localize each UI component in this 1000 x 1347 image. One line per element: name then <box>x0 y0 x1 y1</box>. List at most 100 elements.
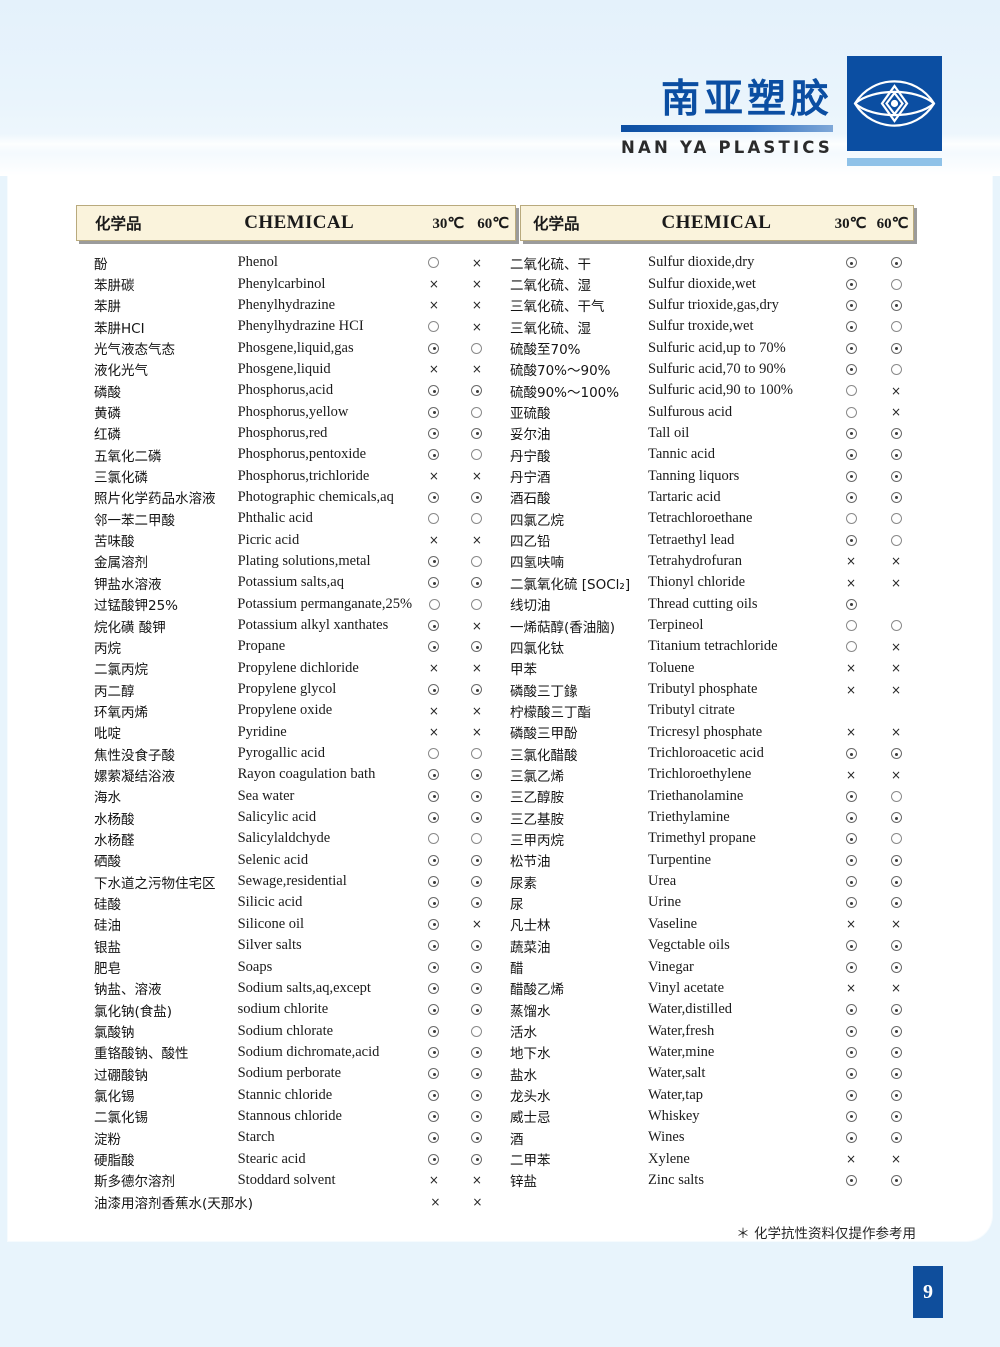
rating-60c: × <box>456 726 498 738</box>
chemical-name-cn: 一烯萜醇(香油脑) <box>510 619 616 636</box>
rating-dot-icon <box>471 982 483 994</box>
chemical-name-en: Urine <box>648 894 682 911</box>
chemical-name-cn: 三甲丙烷 <box>510 832 564 849</box>
chemical-name-en: Tetrachloroethane <box>648 510 753 527</box>
rating-cross-icon: × <box>890 639 902 654</box>
rating-dot-icon <box>428 1004 440 1016</box>
rating-60c: × <box>874 769 918 781</box>
table-row: 油漆用溶剂香蕉水(天那水) × × <box>76 1191 498 1212</box>
chemical-name-en: Sulfur troxide,wet <box>648 318 754 335</box>
rating-cross-icon: × <box>845 575 857 590</box>
header-chemical-en: CHEMICAL <box>244 212 355 233</box>
rating-dot-icon <box>471 1089 483 1101</box>
chemical-name-cn: 酒石酸 <box>510 491 551 508</box>
chemical-name-en: Tricresyl phosphate <box>648 723 763 740</box>
table-row: 三乙醇胺 Triethanolamine <box>498 786 920 807</box>
rating-30c <box>828 1089 874 1101</box>
rating-circle-icon <box>845 641 857 653</box>
rating-60c <box>874 897 918 909</box>
rating-60c <box>874 342 918 354</box>
chemical-name-en: Phosphorus,yellow <box>237 403 349 420</box>
rating-cross-icon: × <box>471 1173 482 1188</box>
rating-30c: × <box>412 662 456 674</box>
table-row: 醋 Vinegar <box>498 956 920 977</box>
rating-cross-icon: × <box>845 917 857 932</box>
rating-dot-icon <box>428 790 440 802</box>
rating-30c <box>828 363 874 375</box>
chemical-name-cn: 地下水 <box>510 1046 551 1063</box>
chemical-name-cn: 醋 <box>510 961 524 978</box>
rating-circle-icon <box>428 321 440 333</box>
chemical-name-cn: 海水 <box>94 790 121 807</box>
table-row: 黄磷 Phosphorus,yellow <box>76 401 498 422</box>
header-temp-30: 30℃ <box>432 215 465 232</box>
rating-circle-icon <box>428 513 440 525</box>
chemical-name-en: Tetrahydrofuran <box>648 552 742 569</box>
rating-circle-icon <box>471 406 483 418</box>
chemical-name-en: Phenol <box>237 254 278 271</box>
table-row: 磷酸 Phosphorus,acid <box>76 380 498 401</box>
header-temp-60: 60℃ <box>477 215 510 232</box>
rating-dot-icon <box>428 769 440 781</box>
table-row: 焦性没食子酸 Pyrogallic acid <box>76 743 498 764</box>
rating-cross-icon: × <box>845 661 857 676</box>
rating-dot-icon <box>890 342 902 354</box>
chemical-name-en: Potassium permanganate,25% <box>237 595 413 612</box>
rating-cross-icon: × <box>428 533 439 548</box>
table-row: 二甲苯 Xylene × × <box>498 1148 920 1170</box>
rating-dot-icon <box>428 1025 440 1037</box>
rating-dot-icon <box>845 1004 857 1016</box>
rating-dot-icon <box>471 940 483 952</box>
rating-30c <box>412 577 456 589</box>
table-row: 海水 Sea water <box>76 786 498 807</box>
chemical-name-cn: 光气液态气态 <box>94 342 175 359</box>
rating-30c <box>412 1089 456 1101</box>
rating-dot-icon <box>890 1046 902 1058</box>
chemical-name-en: Thionyl chloride <box>648 574 746 591</box>
chemical-name-cn: 磷酸 <box>94 384 121 401</box>
rating-60c <box>456 385 498 397</box>
rating-60c: × <box>456 705 498 717</box>
chemical-name-en: Thread cutting oils <box>648 595 758 612</box>
rating-dot-icon <box>471 769 483 781</box>
rating-30c <box>412 620 456 632</box>
rating-dot-icon <box>890 1004 902 1016</box>
rating-dot-icon <box>845 897 857 909</box>
table-row: 蒸馏水 Water,distilled <box>498 999 920 1020</box>
chemical-name-en: Silicone oil <box>237 915 305 932</box>
chemical-name-en: sodium chlorite <box>237 1001 329 1018</box>
chemical-name-en: Propylene oxide <box>237 702 333 719</box>
chemical-name-en: Potassium alkyl xanthates <box>237 617 389 634</box>
rating-60c <box>456 897 498 909</box>
chemical-name-cn: 二氧化硫、干 <box>510 256 591 273</box>
chemical-name-en: Propylene glycol <box>237 681 337 698</box>
rating-dot-icon <box>890 940 902 952</box>
rating-cross-icon: × <box>428 725 439 740</box>
rating-30c <box>412 918 456 930</box>
rating-cross-icon: × <box>890 383 902 398</box>
rating-dot-icon <box>845 1025 857 1037</box>
rating-30c: × <box>828 769 874 781</box>
rating-circle-icon <box>471 1025 483 1037</box>
rating-cross-icon: × <box>890 405 902 420</box>
rating-cross-icon: × <box>471 703 482 718</box>
rating-dot-icon <box>428 812 440 824</box>
rating-cross-icon: × <box>845 981 857 996</box>
chemical-name-en: Stannic chloride <box>237 1086 333 1103</box>
rating-60c: × <box>874 982 918 994</box>
chemical-name-en: Trimethyl propane <box>648 830 756 847</box>
table-row: 硫酸90%～100% Sulfuric acid,90 to 100% × <box>498 380 920 401</box>
page-bottom-band <box>0 1241 1000 1347</box>
rating-dot-icon <box>471 427 483 439</box>
rating-60c <box>456 876 498 888</box>
rating-dot-icon <box>890 1174 902 1186</box>
rating-dot-icon <box>890 470 902 482</box>
chemical-name-en: Sodium chlorate <box>237 1022 334 1039</box>
chemical-name-cn: 三乙基胺 <box>510 811 564 828</box>
rating-30c <box>828 833 874 845</box>
chemical-name-en: Tetraethyl lead <box>648 531 735 548</box>
rating-dot-icon <box>890 427 902 439</box>
rating-30c <box>828 513 874 525</box>
chemical-name-cn: 硅酸 <box>94 896 121 913</box>
rating-60c <box>874 470 918 482</box>
